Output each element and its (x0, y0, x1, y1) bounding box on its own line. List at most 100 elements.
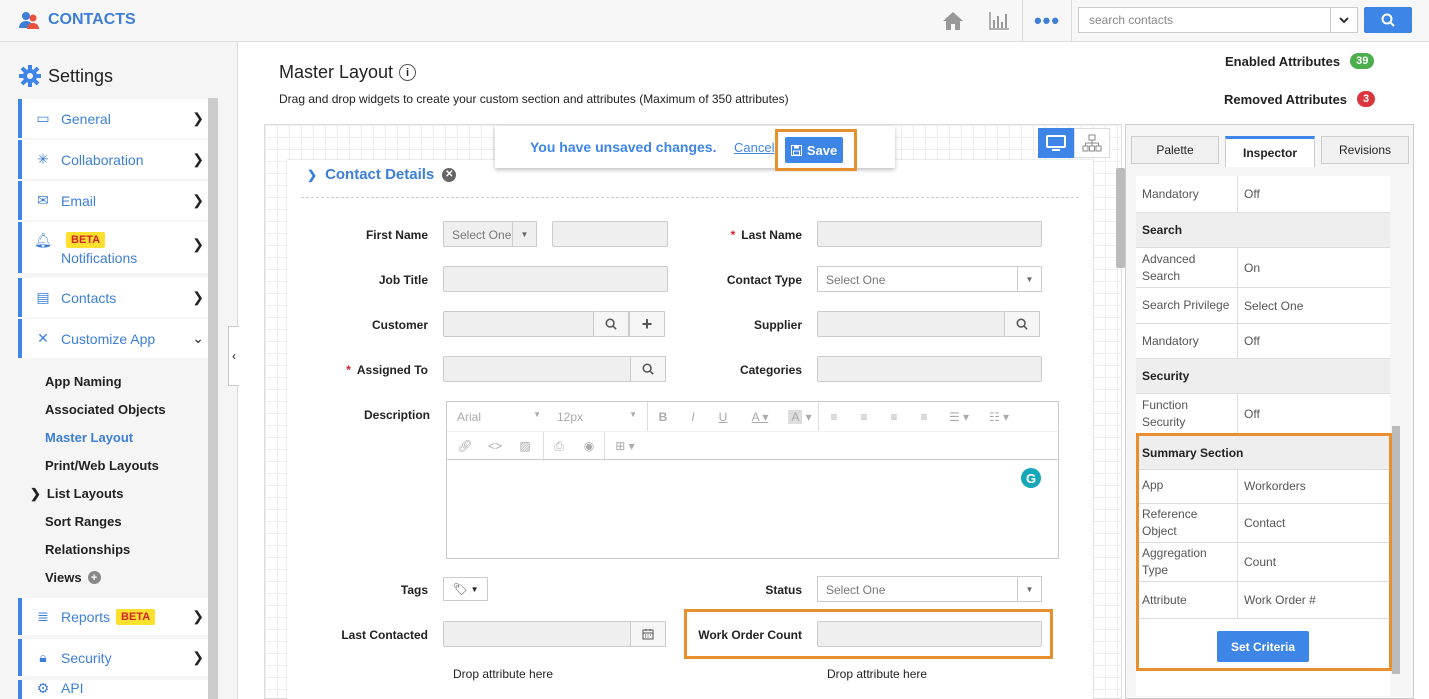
dropdown-caret-icon: ▼ (512, 222, 536, 246)
underline-icon[interactable]: U (708, 410, 738, 424)
sub-item-relationships[interactable]: Relationships (45, 542, 130, 557)
image-icon[interactable]: ▨ (507, 439, 543, 453)
sub-item-master-layout[interactable]: Master Layout (45, 430, 133, 445)
save-button[interactable]: Save (785, 137, 843, 163)
inspector-row-mandatory-2[interactable]: Mandatory Off (1136, 324, 1390, 359)
add-circle-icon[interactable]: + (87, 571, 101, 584)
set-criteria-button[interactable]: Set Criteria (1217, 631, 1309, 662)
sidebar-item-collaboration[interactable]: ✳ Collaboration ❯ (18, 140, 208, 179)
remove-section-icon[interactable]: ✕ (442, 167, 457, 182)
customer-input[interactable] (443, 311, 594, 337)
sidebar-scrollbar[interactable] (208, 98, 218, 699)
job-title-input[interactable] (443, 266, 668, 292)
sub-item-print-web-layouts[interactable]: Print/Web Layouts (45, 458, 159, 473)
supplier-input[interactable] (817, 311, 1005, 337)
align-center-icon[interactable]: ≡ (849, 410, 879, 424)
inspector-head-search: Search (1136, 213, 1390, 248)
floppy-disk-icon (790, 144, 802, 156)
enabled-attributes[interactable]: Enabled Attributes 39 (1225, 53, 1375, 69)
unsaved-changes-bar: You have unsaved changes. Cancel Save (495, 126, 895, 171)
sub-item-views[interactable]: Views + (45, 570, 101, 585)
code-icon[interactable]: <> (483, 439, 507, 453)
status-select[interactable]: Select One ▼ (817, 576, 1042, 602)
inspector-row-mandatory[interactable]: Mandatory Off (1136, 176, 1390, 213)
info-icon[interactable]: i (399, 64, 417, 81)
tab-inspector[interactable]: Inspector (1225, 136, 1315, 167)
search-dropdown-icon[interactable] (1330, 7, 1358, 33)
contact-type-select[interactable]: Select One ▼ (817, 266, 1042, 292)
assigned-to-search-icon[interactable] (630, 356, 666, 382)
link-icon[interactable]: 🔗︎ (447, 439, 483, 453)
canvas-scrollbar[interactable] (1116, 168, 1125, 268)
description-editor[interactable]: Arial ▼ 12px ▼ B I U A ▾ A ▾ ≡ ≡ ≡ ≡ ☰ ▾ ☷… (446, 401, 1059, 559)
beta-badge: BETA (66, 232, 106, 248)
drop-zone-right[interactable]: Drop attribute here (827, 667, 927, 681)
customer-add-icon[interactable]: + (629, 311, 665, 337)
last-name-input[interactable] (817, 221, 1042, 247)
chevron-down-icon[interactable]: ❯ (307, 168, 317, 182)
customer-search-icon[interactable] (593, 311, 629, 337)
highlight-color-icon[interactable]: A ▾ (782, 409, 818, 424)
save-highlight: Save (775, 129, 857, 171)
inspector-row-advanced-search[interactable]: Advanced Search On (1136, 248, 1390, 288)
chevron-right-icon: ❯ (192, 649, 204, 665)
contacts-logo-icon (19, 12, 39, 29)
inspector-row-function-security[interactable]: Function Security Off (1136, 394, 1390, 434)
calendar-icon[interactable] (630, 621, 666, 647)
sub-item-app-naming[interactable]: App Naming (45, 374, 122, 389)
cancel-link[interactable]: Cancel (734, 140, 774, 155)
inspector-scrollbar[interactable] (1392, 426, 1400, 674)
bullet-list-icon[interactable]: ☰ ▾ (939, 410, 979, 424)
app-brand[interactable]: CONTACTS (18, 9, 136, 31)
numbered-list-icon[interactable]: ☷ ▾ (979, 410, 1019, 424)
desktop-view-icon[interactable] (1038, 128, 1074, 158)
table-icon[interactable]: ⊞ ▾ (605, 439, 645, 453)
tab-palette[interactable]: Palette (1131, 136, 1219, 164)
preview-eye-icon[interactable]: ◉ (574, 439, 604, 453)
removed-attributes[interactable]: Removed Attributes 3 (1224, 91, 1376, 107)
tools-icon: ✕ (37, 330, 49, 346)
sidebar-item-notifications[interactable]: 🔔︎ BETA Notifications ❯ (18, 222, 208, 273)
sub-item-list-layouts[interactable]: ❯ List Layouts (30, 486, 123, 502)
sidebar-item-api[interactable]: ⚙ API (18, 680, 208, 699)
align-justify-icon[interactable]: ≡ (909, 410, 939, 424)
text-color-icon[interactable]: A ▾ (738, 410, 782, 424)
sidebar-item-reports[interactable]: ≣ Reports BETA ❯ (18, 598, 208, 635)
inspector-row-search-privilege[interactable]: Search Privilege Select One (1136, 288, 1390, 324)
grammarly-icon[interactable]: G (1021, 468, 1041, 488)
sidebar-item-security[interactable]: 🔒︎ Security ❯ (18, 639, 208, 676)
font-size-select[interactable]: 12px ▼ (547, 410, 647, 424)
search-button[interactable] (1364, 7, 1412, 33)
print-icon[interactable]: ⎙ (544, 439, 574, 454)
assigned-to-input[interactable] (443, 356, 631, 382)
font-family-select[interactable]: Arial ▼ (447, 410, 547, 424)
search-input[interactable]: search contacts (1078, 7, 1331, 33)
more-icon[interactable]: ••• (1022, 0, 1072, 42)
align-left-icon[interactable]: ≡ (819, 410, 849, 424)
categories-label: Categories (739, 363, 802, 377)
last-contacted-label: Last Contacted (341, 628, 428, 642)
home-icon[interactable] (930, 0, 976, 42)
tags-dropdown[interactable]: 🏷︎ ▼ (443, 577, 488, 601)
sub-item-sort-ranges[interactable]: Sort Ranges (45, 514, 122, 529)
supplier-search-icon[interactable] (1004, 311, 1040, 337)
sidebar-item-contacts[interactable]: ▤ Contacts ❯ (18, 278, 208, 317)
salutation-select[interactable]: Select One ▼ (443, 221, 537, 247)
hierarchy-view-icon[interactable] (1074, 128, 1110, 158)
italic-icon[interactable]: I (678, 410, 708, 424)
align-right-icon[interactable]: ≡ (879, 410, 909, 424)
sidebar-item-email[interactable]: ✉ Email ❯ (18, 181, 208, 220)
categories-input[interactable] (817, 356, 1042, 382)
chart-icon[interactable] (976, 0, 1022, 42)
drop-zone-left[interactable]: Drop attribute here (453, 667, 553, 681)
tab-revisions[interactable]: Revisions (1321, 136, 1409, 164)
sidebar-item-customize-app[interactable]: ✕ Customize App ⌄ (18, 319, 208, 358)
section-header[interactable]: ❯ Contact Details ✕ (307, 166, 457, 183)
first-name-input[interactable] (552, 221, 668, 247)
bold-icon[interactable]: B (648, 410, 678, 424)
top-bar: CONTACTS ••• search contacts (0, 0, 1429, 42)
last-contacted-input[interactable] (443, 621, 631, 647)
sidebar-item-general[interactable]: ▭ General ❯ (18, 99, 208, 138)
sub-item-associated-objects[interactable]: Associated Objects (45, 402, 166, 417)
status-label: Status (765, 583, 802, 597)
